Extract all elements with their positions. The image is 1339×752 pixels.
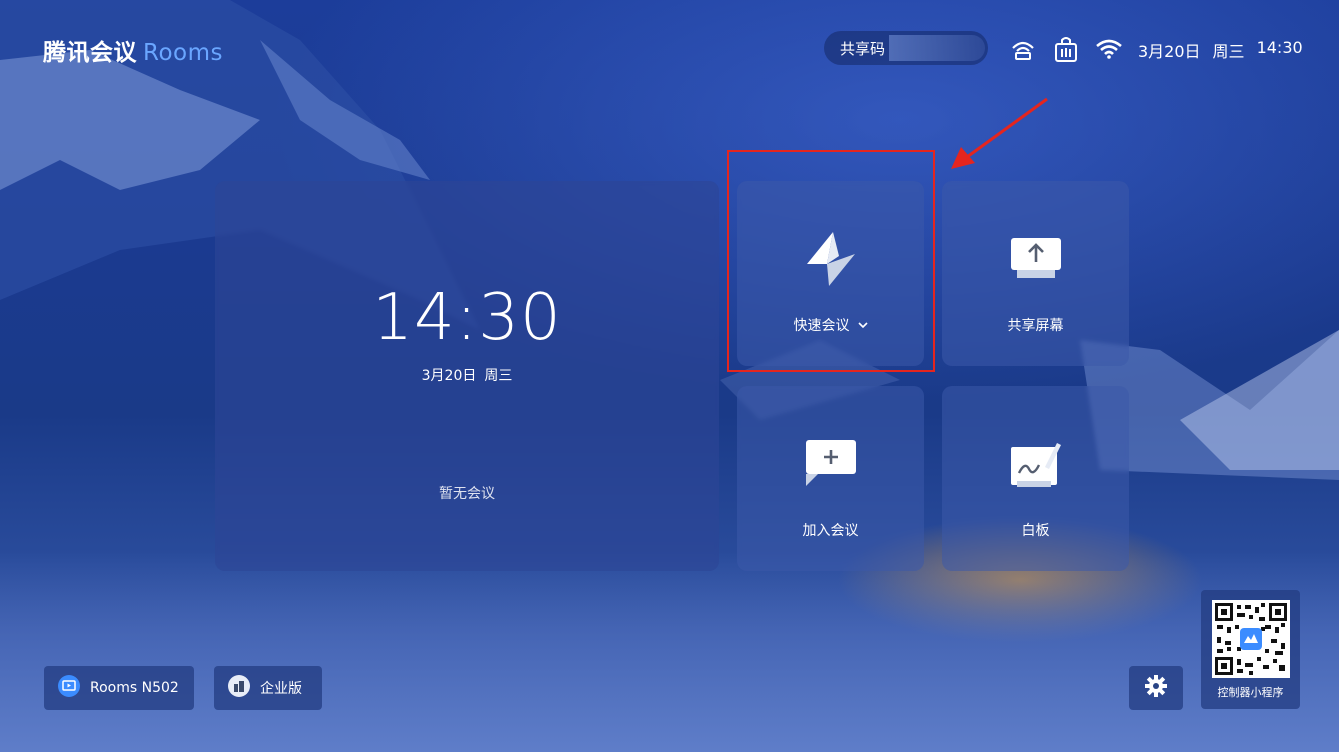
- chevron-down-icon[interactable]: [857, 317, 868, 333]
- edition-button[interactable]: 企业版: [214, 666, 322, 710]
- edition-label: 企业版: [260, 681, 302, 697]
- room-info-button[interactable]: Rooms N502: [44, 666, 194, 710]
- lightning-icon: [801, 229, 861, 289]
- share-code-value-masked: [889, 35, 986, 61]
- settings-button[interactable]: [1129, 666, 1183, 710]
- quick-meeting-button[interactable]: 快速会议: [737, 181, 924, 366]
- projection-icon: [1010, 38, 1036, 60]
- qr-code-icon: [1211, 600, 1290, 678]
- header-time: 14:30: [1256, 38, 1303, 57]
- annotation-arrow-icon: [951, 97, 1048, 169]
- main-date-day: 3月20日: [421, 368, 477, 384]
- join-meeting-label: 加入会议: [802, 523, 859, 539]
- whiteboard-icon: [1006, 434, 1066, 494]
- whiteboard-button[interactable]: 白板: [942, 386, 1129, 571]
- no-meeting-text: 暂无会议: [439, 486, 495, 502]
- mini-program-qr-panel[interactable]: 控制器小程序: [1201, 590, 1300, 709]
- whiteboard-label: 白板: [1021, 523, 1050, 539]
- app-logo: 腾讯会议 Rooms: [43, 33, 223, 67]
- wifi-icon: [1096, 39, 1122, 59]
- join-meeting-button[interactable]: 加入会议: [737, 386, 924, 571]
- share-screen-icon: [1006, 229, 1066, 289]
- snow-ground: [0, 552, 1339, 752]
- main-clock: 14:30: [372, 281, 562, 355]
- brand-name: 腾讯会议: [43, 40, 137, 66]
- quick-meeting-label-row: 快速会议: [794, 315, 868, 335]
- header-weekday: 周三: [1212, 42, 1245, 61]
- quick-meeting-label: 快速会议: [793, 318, 850, 334]
- enterprise-icon: [228, 675, 250, 701]
- status-bar: [1010, 36, 1122, 62]
- gear-icon: [1145, 675, 1167, 701]
- share-screen-label: 共享屏幕: [1007, 318, 1064, 334]
- product-name: Rooms: [143, 40, 223, 66]
- main-date: 3月20日 周三: [422, 365, 513, 385]
- main-date-weekday: 周三: [484, 368, 513, 384]
- network-lock-icon: [1054, 36, 1078, 62]
- share-code-pill[interactable]: 共享码: [824, 31, 988, 65]
- share-code-label: 共享码: [840, 39, 886, 58]
- join-meeting-icon: [801, 434, 861, 494]
- tv-icon: [58, 675, 80, 701]
- header-datetime: 3月20日 周三 14:30: [1138, 38, 1303, 62]
- share-screen-button[interactable]: 共享屏幕: [942, 181, 1129, 366]
- schedule-panel: 14:30 3月20日 周三 暂无会议: [215, 181, 719, 571]
- header-date: 3月20日: [1138, 42, 1201, 61]
- mini-program-label: 控制器小程序: [1217, 686, 1284, 699]
- room-name: Rooms N502: [90, 680, 179, 696]
